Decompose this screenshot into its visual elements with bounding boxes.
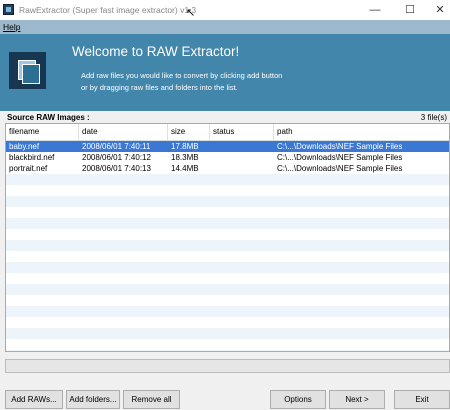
table-row[interactable]: blackbird.nef 2008/06/01 7:40:12 18.3MB C:\…	[6, 152, 449, 163]
maximize-button[interactable]: ☐	[395, 0, 425, 20]
cell-filename: portrait.nef	[9, 164, 48, 173]
cell-filename: blackbird.nef	[9, 153, 55, 162]
welcome-title: Welcome to RAW Extractor!	[72, 44, 240, 59]
cell-path: C:\...\Downloads\NEF Sample Files	[277, 164, 403, 173]
empty-row-stripe	[6, 240, 449, 251]
cell-path: C:\...\Downloads\NEF Sample Files	[277, 153, 403, 162]
minimize-button[interactable]: —	[360, 0, 390, 20]
empty-row-stripe	[6, 262, 449, 273]
list-header: filename date size status path	[6, 124, 449, 141]
title-bar: RawExtractor (Super fast image extractor…	[0, 0, 450, 20]
instructions-line-2: or by dragging raw files and folders int…	[81, 83, 238, 92]
cell-size: 17.8MB	[171, 142, 199, 151]
menu-help[interactable]: Help	[3, 22, 20, 32]
progress-bar	[5, 359, 450, 373]
empty-row-stripe	[6, 328, 449, 339]
empty-row-stripe	[6, 306, 449, 317]
remove-all-button[interactable]: Remove all	[123, 390, 180, 409]
source-section-title: Source RAW Images :	[7, 113, 90, 122]
empty-row-stripe	[6, 284, 449, 295]
empty-row-stripe	[6, 174, 449, 185]
cell-status	[210, 152, 274, 163]
welcome-banner: Welcome to RAW Extractor! Add raw files …	[0, 34, 450, 111]
app-icon	[3, 4, 14, 15]
window-title: RawExtractor (Super fast image extractor…	[19, 5, 197, 15]
table-row[interactable]: portrait.nef 2008/06/01 7:40:13 14.4MB C:\.…	[6, 163, 449, 174]
add-folders-button[interactable]: Add folders...	[66, 390, 120, 409]
cell-status	[210, 163, 274, 174]
table-row[interactable]: baby.nef 2008/06/01 7:40:11 17.8MB C:\...\D…	[6, 141, 449, 152]
options-button[interactable]: Options	[270, 390, 326, 409]
add-raws-button[interactable]: Add RAWs...	[5, 390, 63, 409]
cell-date: 2008/06/01 7:40:11	[82, 142, 151, 151]
next-button[interactable]: Next >	[329, 390, 385, 409]
mouse-cursor-icon: ↖	[186, 7, 196, 19]
empty-row-stripe	[6, 350, 449, 351]
cell-size: 18.3MB	[171, 153, 199, 162]
column-header-date[interactable]: date	[79, 124, 168, 140]
column-header-path[interactable]: path	[274, 124, 449, 140]
empty-row-stripe	[6, 218, 449, 229]
close-button[interactable]: ✕	[425, 0, 450, 20]
cell-filename: baby.nef	[9, 142, 40, 151]
instructions-line-1: Add raw files you would like to convert …	[81, 71, 283, 80]
cell-path: C:\...\Downloads\NEF Sample Files	[277, 142, 403, 151]
cell-status	[210, 141, 274, 152]
photos-icon	[9, 52, 46, 89]
file-count: 3 file(s)	[420, 113, 447, 122]
cell-date: 2008/06/01 7:40:13	[82, 164, 151, 173]
empty-row-stripe	[6, 196, 449, 207]
column-header-status[interactable]: status	[210, 124, 274, 140]
menu-bar: Help	[0, 20, 450, 34]
column-header-filename[interactable]: filename	[6, 124, 79, 140]
source-file-list[interactable]: filename date size status path baby.nef 2…	[5, 123, 450, 352]
cell-size: 14.4MB	[171, 164, 199, 173]
column-header-size[interactable]: size	[168, 124, 210, 140]
cell-date: 2008/06/01 7:40:12	[82, 153, 151, 162]
exit-button[interactable]: Exit	[394, 390, 450, 409]
